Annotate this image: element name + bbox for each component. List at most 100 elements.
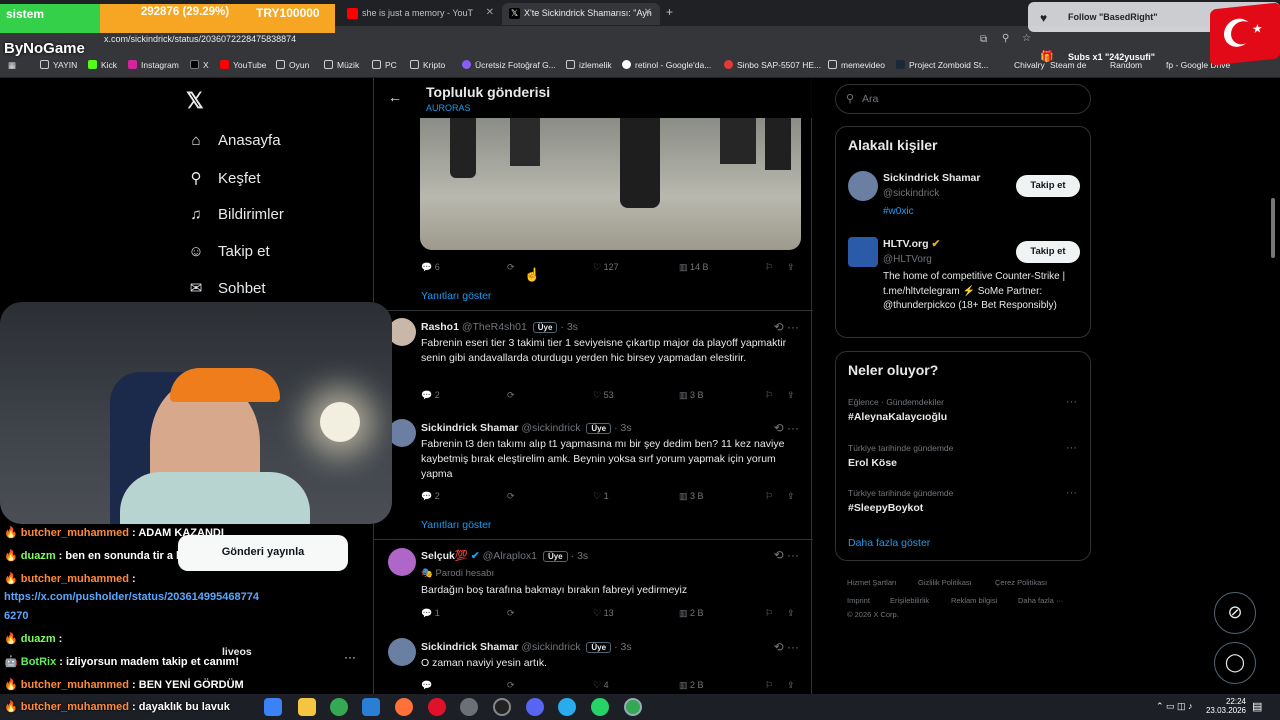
bookmark-izlemelik[interactable]: izlemelik bbox=[566, 60, 612, 70]
like-button[interactable]: ♡ 4 bbox=[593, 680, 609, 691]
opera-icon[interactable] bbox=[428, 698, 446, 716]
share-button[interactable]: ⇪ bbox=[787, 390, 795, 401]
share-button[interactable]: ⇪ bbox=[787, 680, 795, 691]
more-icon[interactable]: ··· bbox=[1066, 396, 1077, 408]
search-input[interactable]: ⚲ Ara bbox=[835, 84, 1091, 114]
reply-tweet[interactable]: Sickindrick Shamar @sickindrick Üye · 3s … bbox=[374, 638, 813, 694]
new-tab-button[interactable]: + bbox=[666, 5, 673, 19]
bookmark-zomboid[interactable]: Project Zomboid St... bbox=[896, 60, 988, 70]
reply-button[interactable]: 💬 2 bbox=[421, 390, 440, 401]
footer-link[interactable]: Reklam bilgisi bbox=[951, 596, 997, 605]
person-name[interactable]: Sickindrick Shamar bbox=[883, 172, 980, 184]
more-icon[interactable]: ⟲ ··· bbox=[774, 421, 799, 435]
bookmark-button[interactable]: ⚐ bbox=[765, 262, 773, 273]
more-icon[interactable]: ⟲ ··· bbox=[774, 320, 799, 334]
clock[interactable]: 22:24 23.03.2026 bbox=[1200, 697, 1246, 715]
bookmark-muzik[interactable]: Müzik bbox=[324, 60, 359, 70]
hltv-logo-icon[interactable] bbox=[848, 237, 878, 267]
bookmark-memevideo[interactable]: memevideo bbox=[828, 60, 885, 70]
avatar[interactable] bbox=[388, 638, 416, 666]
bookmark-youtube[interactable]: YouTube bbox=[220, 60, 266, 70]
apps-icon[interactable]: ▦ bbox=[8, 60, 16, 71]
views-button[interactable]: ▥ 3 B bbox=[679, 390, 704, 401]
show-replies-link[interactable]: Yanıtları göster bbox=[421, 519, 491, 531]
avatar[interactable] bbox=[848, 171, 878, 201]
notification-icon[interactable]: ▤ bbox=[1252, 700, 1262, 713]
grok-button[interactable]: ⊘ bbox=[1214, 592, 1256, 634]
reply-button[interactable]: 💬 bbox=[421, 680, 432, 691]
bookmark-x[interactable]: X bbox=[190, 60, 209, 70]
chat-link[interactable]: https://x.com/pusholder/status/203614995… bbox=[4, 591, 259, 603]
nav-chat[interactable]: ✉ Sohbet bbox=[186, 279, 266, 297]
tweet-author[interactable]: Sickindrick Shamar @sickindrick Üye · 3s bbox=[421, 422, 632, 434]
obs-icon[interactable] bbox=[493, 698, 511, 716]
footer-link[interactable]: Çerez Politikası bbox=[995, 578, 1047, 587]
bookmark-button[interactable]: ⚐ bbox=[765, 491, 773, 502]
views-button[interactable]: ▥ 14 B bbox=[679, 262, 709, 273]
whatsapp-icon[interactable] bbox=[591, 698, 609, 716]
community-name[interactable]: AURORAS bbox=[426, 103, 471, 113]
tweet-media-image[interactable] bbox=[420, 118, 801, 250]
star-icon[interactable]: ☆ bbox=[1022, 33, 1031, 44]
messages-button[interactable]: ◯ bbox=[1214, 642, 1256, 684]
show-more-link[interactable]: Daha fazla göster bbox=[848, 537, 930, 549]
more-icon[interactable]: ⟲ ··· bbox=[774, 548, 799, 562]
repost-button[interactable]: ⟳ bbox=[507, 390, 515, 401]
back-arrow-icon[interactable]: ← bbox=[388, 89, 402, 105]
nav-follow[interactable]: ☺ Takip et bbox=[186, 243, 269, 260]
scrollbar[interactable] bbox=[1271, 198, 1275, 258]
bookmark-button[interactable]: ⚐ bbox=[765, 608, 773, 619]
bookmark-button[interactable]: ⚐ bbox=[765, 680, 773, 691]
repost-button[interactable]: ⟳ bbox=[507, 262, 515, 273]
bookmark-button[interactable]: ⚐ bbox=[765, 390, 773, 401]
tray-icons[interactable]: ⌃ ▭ ◫ ♪ bbox=[1156, 701, 1193, 712]
close-icon[interactable]: ✕ bbox=[486, 7, 494, 18]
avatar[interactable] bbox=[388, 548, 416, 576]
nav-explore[interactable]: ⚲ Keşfet bbox=[186, 169, 261, 187]
bookmark-retinol[interactable]: retinol - Google'da... bbox=[622, 60, 711, 70]
avatar[interactable] bbox=[388, 419, 416, 447]
firefox-icon[interactable] bbox=[395, 698, 413, 716]
app-icon[interactable] bbox=[460, 698, 478, 716]
tweet-author[interactable]: Sickindrick Shamar @sickindrick Üye · 3s bbox=[421, 641, 632, 653]
trend-name[interactable]: #AleynaKalaycıoğlu bbox=[848, 411, 947, 423]
bookmark-sinbo[interactable]: Sinbo SAP-5507 HE... bbox=[724, 60, 821, 70]
tweet-author[interactable]: Rasho1 @TheR4sh01 Üye · 3s bbox=[421, 321, 578, 333]
follow-button[interactable]: Takip et bbox=[1016, 175, 1080, 197]
bookmark-instagram[interactable]: Instagram bbox=[128, 60, 179, 70]
close-icon[interactable]: ✕ bbox=[644, 7, 652, 18]
footer-link[interactable]: Daha fazla ··· bbox=[1018, 596, 1063, 605]
zoom-icon[interactable]: ⚲ bbox=[1002, 33, 1009, 44]
share-button[interactable]: ⇪ bbox=[787, 262, 795, 273]
share-button[interactable]: ⇪ bbox=[787, 491, 795, 502]
reply-button[interactable]: 💬 6 bbox=[421, 262, 440, 273]
chrome-icon[interactable] bbox=[330, 698, 348, 716]
bookmark-oyun[interactable]: Oyun bbox=[276, 60, 309, 70]
person-bio[interactable]: #w0xic bbox=[883, 206, 914, 217]
bookmark-foto[interactable]: Ücretsiz Fotoğraf G... bbox=[462, 60, 556, 70]
trend-name[interactable]: Erol Köse bbox=[848, 457, 897, 469]
x-logo-icon[interactable]: 𝕏 bbox=[186, 88, 204, 114]
chat-link[interactable]: 6270 bbox=[4, 610, 28, 622]
like-button[interactable]: ♡ 1 bbox=[593, 491, 609, 502]
like-button[interactable]: ♡ 53 bbox=[593, 390, 614, 401]
bookmark-yayin[interactable]: YAYIN bbox=[40, 60, 77, 70]
reply-tweet[interactable]: Rasho1 @TheR4sh01 Üye · 3s ⟲ ··· Fabrenin… bbox=[374, 318, 813, 408]
tab-x[interactable]: 𝕏 X'te Sickindrick Shamarısı: "Ayn ✕ bbox=[502, 3, 660, 25]
bookmark-kick[interactable]: Kick bbox=[88, 60, 117, 70]
footer-link[interactable]: Imprint bbox=[847, 596, 870, 605]
like-button[interactable]: ♡ 127 bbox=[593, 262, 619, 273]
install-icon[interactable]: ⧉ bbox=[980, 34, 987, 45]
repost-button[interactable]: ⟳ bbox=[507, 680, 515, 691]
like-button[interactable]: ♡ 13 bbox=[593, 608, 614, 619]
reply-tweet[interactable]: Sickindrick Shamar @sickindrick Üye · 3s … bbox=[374, 419, 813, 507]
discord-icon[interactable] bbox=[526, 698, 544, 716]
trend-name[interactable]: #SleepyBoykot bbox=[848, 502, 923, 514]
repost-button[interactable]: ⟳ bbox=[507, 608, 515, 619]
reply-tweet[interactable]: Selçuk💯 ✔ @Alraplox1 Üye · 3s ⟲ ··· 🎭 Par… bbox=[374, 548, 813, 624]
avatar[interactable] bbox=[388, 318, 416, 346]
more-icon[interactable]: ··· bbox=[344, 650, 356, 664]
person-name[interactable]: HLTV.org ✔ bbox=[883, 238, 940, 250]
telegram-icon[interactable] bbox=[558, 698, 576, 716]
reply-button[interactable]: 💬 1 bbox=[421, 608, 440, 619]
